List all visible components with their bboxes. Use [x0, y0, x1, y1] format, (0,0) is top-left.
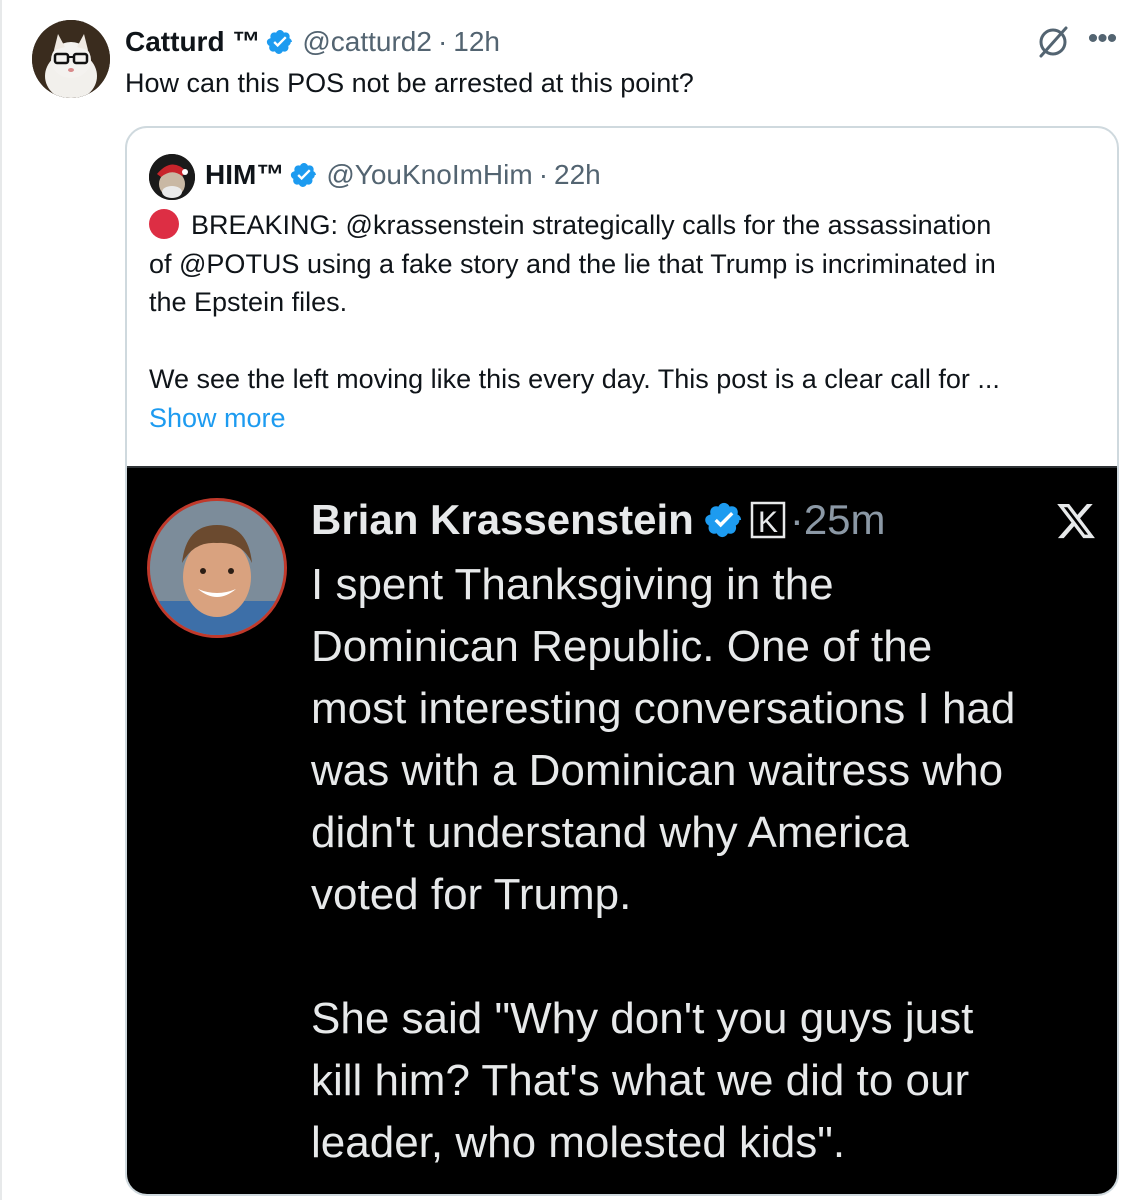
- quote-author-handle[interactable]: @YouKnoImHim: [326, 159, 532, 191]
- verified-badge-icon: [267, 30, 293, 54]
- quote-text: BREAKING: @krassenstein strategically ca…: [149, 206, 1109, 437]
- quote-author-name[interactable]: HIM™: [205, 159, 284, 191]
- quote-line: the Epstein files.: [149, 287, 348, 317]
- embedded-author-name: Brian Krassenstein: [311, 496, 694, 543]
- embedded-line: Dominican Republic. One of the: [311, 622, 933, 671]
- embedded-line: voted for Trump.: [311, 870, 632, 919]
- tweet-page: Catturd ™ @catturd2 · 12h How can this P…: [0, 0, 1140, 1200]
- quote-line: of @POTUS using a fake story and the lie…: [149, 248, 996, 279]
- quote-spacer: [149, 322, 1109, 361]
- x-logo-icon: [1057, 503, 1095, 539]
- author-handle[interactable]: @catturd2: [302, 26, 432, 58]
- quote-line: BREAKING: @krassenstein strategically ca…: [149, 206, 1109, 245]
- separator-dot: ·: [437, 26, 448, 57]
- embedded-screenshot-image[interactable]: Brian Krassenstein K · 25m I spent Thank…: [127, 466, 1117, 1194]
- quote-line: We see the left moving like this every d…: [149, 364, 1000, 394]
- embedded-line: She said "Why don't you guys just: [311, 994, 974, 1043]
- show-more-link[interactable]: Show more: [149, 403, 286, 433]
- k-badge-letter: K: [758, 506, 778, 539]
- tweet-text: How can this POS not be arrested at this…: [125, 68, 694, 98]
- verified-badge-icon: [705, 502, 741, 538]
- verified-badge-icon: [291, 163, 317, 187]
- author-name[interactable]: Catturd ™: [125, 26, 260, 58]
- quote-avatar[interactable]: [149, 154, 195, 200]
- more-options-icon[interactable]: •••: [1084, 24, 1120, 60]
- embedded-avatar: [147, 498, 287, 638]
- embedded-timestamp: 25m: [803, 496, 886, 543]
- quote-line-text: BREAKING: @krassenstein strategically ca…: [191, 210, 992, 240]
- grok-icon[interactable]: [1035, 24, 1071, 60]
- timestamp[interactable]: 12h: [453, 26, 500, 58]
- embedded-line: leader, who molested kids".: [311, 1118, 846, 1167]
- embedded-line: I spent Thanksgiving in the: [311, 560, 834, 609]
- separator-dot: ·: [538, 159, 549, 190]
- quote-timestamp[interactable]: 22h: [554, 159, 601, 191]
- embedded-line: didn't understand why America: [311, 808, 909, 857]
- embedded-line: was with a Dominican waitress who: [311, 746, 1004, 795]
- k-badge-icon: K: [750, 501, 786, 539]
- embedded-separator: ·: [789, 496, 804, 543]
- embedded-line: kill him? That's what we did to our: [311, 1056, 970, 1105]
- timeline-border: [0, 0, 2, 1200]
- avatar[interactable]: [32, 20, 110, 98]
- embedded-line: most interesting conversations I had: [311, 684, 1016, 733]
- quote-tweet-card[interactable]: HIM™ @YouKnoImHim · 22h BREAKING: @krass…: [125, 126, 1119, 1196]
- embedded-header: Brian Krassenstein K · 25m: [311, 490, 886, 550]
- embedded-spacer: [311, 926, 1111, 988]
- tweet-header: Catturd ™ @catturd2 · 12h: [125, 22, 500, 62]
- embedded-tweet-text: I spent Thanksgiving in the Dominican Re…: [311, 554, 1111, 1174]
- quote-header: HIM™ @YouKnoImHim · 22h: [205, 155, 601, 195]
- red-circle-emoji-icon: [149, 209, 179, 239]
